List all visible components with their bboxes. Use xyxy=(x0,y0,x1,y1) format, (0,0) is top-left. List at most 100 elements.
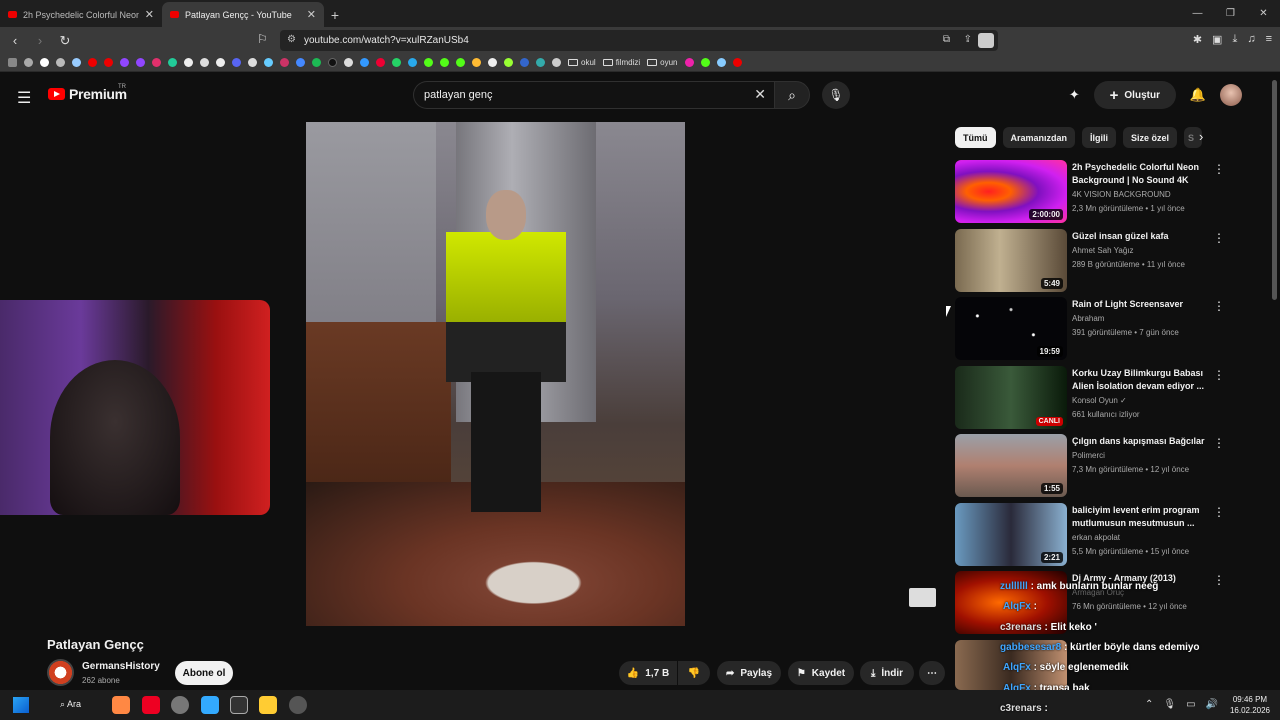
bookmark-site-icon[interactable] xyxy=(296,58,305,67)
bookmark-site-icon[interactable] xyxy=(56,58,65,67)
kick-icon[interactable] xyxy=(456,58,465,67)
more-options-icon[interactable]: ⋮ xyxy=(1213,436,1225,450)
back-icon[interactable]: ‹ xyxy=(5,33,25,48)
bookmark-site-icon[interactable] xyxy=(72,58,81,67)
bookmark-site-icon[interactable] xyxy=(504,58,513,67)
create-button[interactable]: + Oluştur xyxy=(1093,81,1176,109)
new-tab-button[interactable]: + xyxy=(324,2,346,27)
bookmark-site-icon[interactable] xyxy=(328,58,337,67)
chevron-up-icon[interactable]: ⌃ xyxy=(1145,699,1153,710)
notifications-bell-icon[interactable]: 🔔 xyxy=(1190,87,1206,103)
more-options-icon[interactable]: ⋮ xyxy=(1213,368,1225,382)
save-button[interactable]: ⚑ Kaydet xyxy=(788,661,854,685)
reload-icon[interactable]: ↻ xyxy=(55,33,75,49)
bookmark-site-icon[interactable] xyxy=(488,58,497,67)
bookmark-site-icon[interactable] xyxy=(264,58,273,67)
bookmark-site-icon[interactable] xyxy=(168,58,177,67)
search-app-icon[interactable] xyxy=(171,696,189,714)
app-icon[interactable] xyxy=(289,696,307,714)
discord-icon[interactable] xyxy=(232,58,241,67)
more-actions-button[interactable]: ⋯ xyxy=(919,661,945,685)
brave-icon[interactable] xyxy=(112,696,130,714)
whatsapp-icon[interactable] xyxy=(392,58,401,67)
youtube-logo[interactable]: Premium TR xyxy=(48,84,127,102)
maximize-button[interactable]: ❐ xyxy=(1214,0,1247,27)
twitch-icon[interactable] xyxy=(136,58,145,67)
app-icon[interactable] xyxy=(201,696,219,714)
video-thumbnail[interactable]: CANLI xyxy=(955,366,1067,429)
more-options-icon[interactable]: ⋮ xyxy=(1213,162,1225,176)
apps-icon[interactable] xyxy=(8,58,17,67)
youtube-icon[interactable] xyxy=(104,58,113,67)
more-options-icon[interactable]: ⋮ xyxy=(1213,231,1225,245)
browser-tab-1[interactable]: 2h Psychedelic Colorful Neon Backgr✕ xyxy=(0,2,162,27)
url-bar[interactable]: ⚙ youtube.com/watch?v=xulRZanUSb4 ⧉ ⇪ xyxy=(280,30,998,51)
bookmark-site-icon[interactable] xyxy=(280,58,289,67)
close-icon[interactable]: ✕ xyxy=(307,8,316,21)
avatar[interactable] xyxy=(1220,84,1242,106)
voice-search-button[interactable]: 🎙 xyxy=(822,81,850,109)
sidebar-icon[interactable]: ▣ xyxy=(1212,33,1222,46)
list-item[interactable]: 2:00:00 2h Psychedelic Colorful Neon Bac… xyxy=(955,160,1225,223)
search-button[interactable]: ⌕ xyxy=(774,81,810,109)
video-thumbnail[interactable]: 2:00:00 xyxy=(955,160,1067,223)
app-icon[interactable] xyxy=(230,696,248,714)
taskbar-clock[interactable]: 09:46 PM 16.02.2026 xyxy=(1230,694,1270,716)
search-input[interactable]: patlayan genç ✕ xyxy=(413,81,774,109)
history-icon[interactable] xyxy=(24,58,33,67)
dislike-button[interactable]: 👎 xyxy=(678,661,710,685)
bookmark-site-icon[interactable] xyxy=(360,58,369,67)
bookmark-folder-oyun[interactable]: oyun xyxy=(647,58,678,67)
like-button[interactable]: 👍 1,7 B xyxy=(619,661,677,685)
video-thumbnail[interactable]: 19:59 xyxy=(955,297,1067,360)
close-window-button[interactable]: ✕ xyxy=(1247,0,1280,27)
bookmark-site-icon[interactable] xyxy=(552,58,561,67)
google-icon[interactable] xyxy=(40,58,49,67)
minimize-button[interactable]: — xyxy=(1181,0,1214,27)
telegram-icon[interactable] xyxy=(408,58,417,67)
bookmark-site-icon[interactable] xyxy=(472,58,481,67)
list-item[interactable]: 1:55 Çılgın dans kapışması Bağcılar Poli… xyxy=(955,434,1225,497)
bookmark-site-icon[interactable] xyxy=(520,58,529,67)
extensions-icon[interactable]: ✱ xyxy=(1193,33,1202,46)
channel-name[interactable]: GermansHistory xyxy=(82,661,160,672)
bookmark-site-icon[interactable] xyxy=(248,58,257,67)
open-external-icon[interactable]: ⧉ xyxy=(943,34,950,45)
clear-search-icon[interactable]: ✕ xyxy=(754,86,766,103)
x-icon[interactable] xyxy=(184,58,193,67)
media-icon[interactable]: ♫ xyxy=(1247,33,1255,46)
bookmark-site-icon[interactable] xyxy=(684,58,694,67)
bookmark-site-icon[interactable] xyxy=(716,58,726,67)
more-options-icon[interactable]: ⋮ xyxy=(1213,505,1225,519)
github-icon[interactable] xyxy=(344,58,353,67)
bookmark-folder-filmdizi[interactable]: filmdizi xyxy=(602,58,640,67)
taskbar-search[interactable]: ⌕ Ara xyxy=(60,699,81,710)
subscribe-button[interactable]: Abone ol xyxy=(175,661,233,685)
page-scrollbar[interactable] xyxy=(1272,80,1277,300)
mic-tray-icon[interactable]: 🎙 xyxy=(1163,699,1176,710)
bookmark-folder-okul[interactable]: okul xyxy=(568,58,596,67)
ai-sparkle-icon[interactable]: ✦ xyxy=(1069,87,1080,103)
file-explorer-icon[interactable] xyxy=(259,696,277,714)
kick-icon[interactable] xyxy=(700,58,710,67)
twitch-icon[interactable] xyxy=(120,58,129,67)
video-thumbnail[interactable]: 5:49 xyxy=(955,229,1067,292)
spotify-icon[interactable] xyxy=(312,58,321,67)
bookmark-site-icon[interactable] xyxy=(536,58,545,67)
chip-related[interactable]: İlgili xyxy=(1082,127,1117,148)
share-button[interactable]: ➦ Paylaş xyxy=(717,661,781,685)
chip-for-you[interactable]: Size özel xyxy=(1123,127,1178,148)
browser-tab-2[interactable]: Patlayan Gençç - YouTube ✕ xyxy=(162,2,324,27)
menu-icon[interactable]: ≡ xyxy=(1266,33,1272,46)
display-icon[interactable]: ▭ xyxy=(1186,699,1195,710)
chevron-right-icon[interactable]: › xyxy=(1199,129,1203,144)
close-icon[interactable]: ✕ xyxy=(145,8,154,21)
share-icon[interactable]: ⇪ xyxy=(964,34,972,45)
hamburger-menu-icon[interactable]: ☰ xyxy=(17,88,31,108)
video-thumbnail[interactable]: 1:55 xyxy=(955,434,1067,497)
player-icon[interactable] xyxy=(142,696,160,714)
list-item[interactable]: 19:59 Rain of Light Screensaver Abraham … xyxy=(955,297,1225,360)
chip-from-search[interactable]: Aramanızdan xyxy=(1002,127,1076,148)
video-thumbnail[interactable]: 2:21 xyxy=(955,503,1067,566)
youtube-icon[interactable] xyxy=(88,58,97,67)
